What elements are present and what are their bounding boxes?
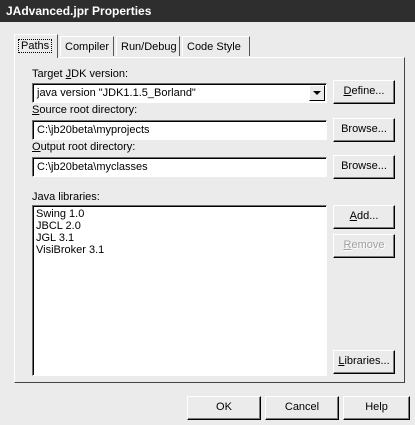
cancel-button[interactable]: Cancel xyxy=(265,396,339,420)
java-libraries-list[interactable]: Swing 1.0 JBCL 2.0 JGL 3.1 VisiBroker 3.… xyxy=(32,205,327,376)
dropdown-button[interactable] xyxy=(309,85,325,101)
target-jdk-select[interactable]: java version "JDK1.1.5_Borland" xyxy=(32,83,327,103)
list-item[interactable]: Swing 1.0 xyxy=(36,208,323,220)
target-jdk-label-pre: Target xyxy=(32,68,66,80)
source-root-label-post: ource root directory: xyxy=(39,104,138,116)
add-button-rest: dd... xyxy=(356,210,379,222)
output-root-label: Output root directory: xyxy=(32,141,135,153)
target-jdk-label: Target JDK version: xyxy=(32,68,128,80)
tab-compiler[interactable]: Compiler xyxy=(60,36,114,56)
list-item[interactable]: VisiBroker 3.1 xyxy=(36,244,323,256)
window-title: JAdvanced.jpr Properties xyxy=(0,0,415,22)
output-root-field[interactable]: C:\jb20beta\myclasses xyxy=(32,157,327,177)
java-libraries-label: Java libraries: xyxy=(32,191,100,203)
libraries-button-rest: ibraries... xyxy=(344,355,390,367)
tab-compiler-label: Compiler xyxy=(65,41,110,53)
chevron-down-icon xyxy=(313,91,321,95)
list-item[interactable]: JGL 3.1 xyxy=(36,232,323,244)
tab-run-debug[interactable]: Run/Debug xyxy=(116,36,180,56)
source-root-value: C:\jb20beta\myprojects xyxy=(37,124,150,136)
tab-run-debug-label: Run/Debug xyxy=(121,41,177,53)
remove-library-button[interactable]: Remove xyxy=(333,234,395,258)
remove-button-rest: emove xyxy=(351,239,385,251)
help-button[interactable]: Help xyxy=(343,396,410,420)
output-root-label-post: utput root directory: xyxy=(40,141,136,153)
output-root-value: C:\jb20beta\myclasses xyxy=(37,161,148,173)
tab-code-style[interactable]: Code Style xyxy=(182,36,250,56)
source-browse-button[interactable]: Browse... xyxy=(333,118,395,142)
source-root-field[interactable]: C:\jb20beta\myprojects xyxy=(32,120,327,140)
tab-paths-label: Paths xyxy=(17,39,53,53)
tab-code-style-label: Code Style xyxy=(187,41,241,53)
tab-paths[interactable]: Paths xyxy=(14,34,58,58)
output-root-label-key: O xyxy=(32,141,41,153)
add-library-button[interactable]: Add... xyxy=(333,205,395,229)
ok-button[interactable]: OK xyxy=(187,396,261,420)
libraries-button[interactable]: Libraries... xyxy=(333,350,395,374)
define-button-rest: efine... xyxy=(351,85,385,97)
properties-dialog: JAdvanced.jpr Properties Paths Compiler … xyxy=(0,0,415,425)
define-button[interactable]: Define... xyxy=(333,80,395,104)
list-item[interactable]: JBCL 2.0 xyxy=(36,220,323,232)
output-browse-button[interactable]: Browse... xyxy=(333,155,395,179)
source-root-label: Source root directory: xyxy=(32,104,137,116)
add-button-key: A xyxy=(349,210,357,222)
target-jdk-value: java version "JDK1.1.5_Borland" xyxy=(37,87,196,99)
target-jdk-label-post: DK version: xyxy=(71,68,128,80)
